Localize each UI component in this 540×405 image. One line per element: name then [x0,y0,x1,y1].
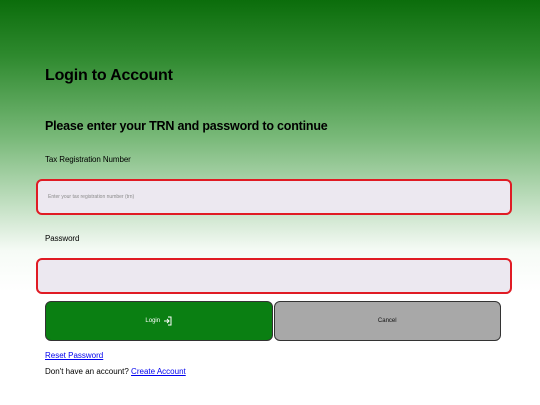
login-button-label: Login [145,318,161,324]
password-label: Password [45,234,80,243]
no-account-text: Don't have an account? [45,367,129,376]
account-links: Reset Password Don't have an account? Cr… [45,348,512,380]
page-subtitle: Please enter your TRN and password to co… [45,119,328,133]
button-row: Login Cancel [45,301,501,341]
page-title: Login to Account [45,67,173,84]
password-input[interactable] [36,258,512,294]
login-icon [163,316,172,326]
trn-label: Tax Registration Number [45,155,131,164]
cancel-button[interactable]: Cancel [273,301,501,341]
create-account-row: Don't have an account? Create Account [45,364,512,380]
login-form-container: Login to Account Please enter your TRN a… [36,65,512,380]
cancel-button-label: Cancel [377,318,397,324]
create-account-link[interactable]: Create Account [131,367,186,376]
login-button[interactable]: Login [45,301,273,341]
reset-password-link[interactable]: Reset Password [45,351,103,360]
trn-input[interactable] [36,179,512,215]
